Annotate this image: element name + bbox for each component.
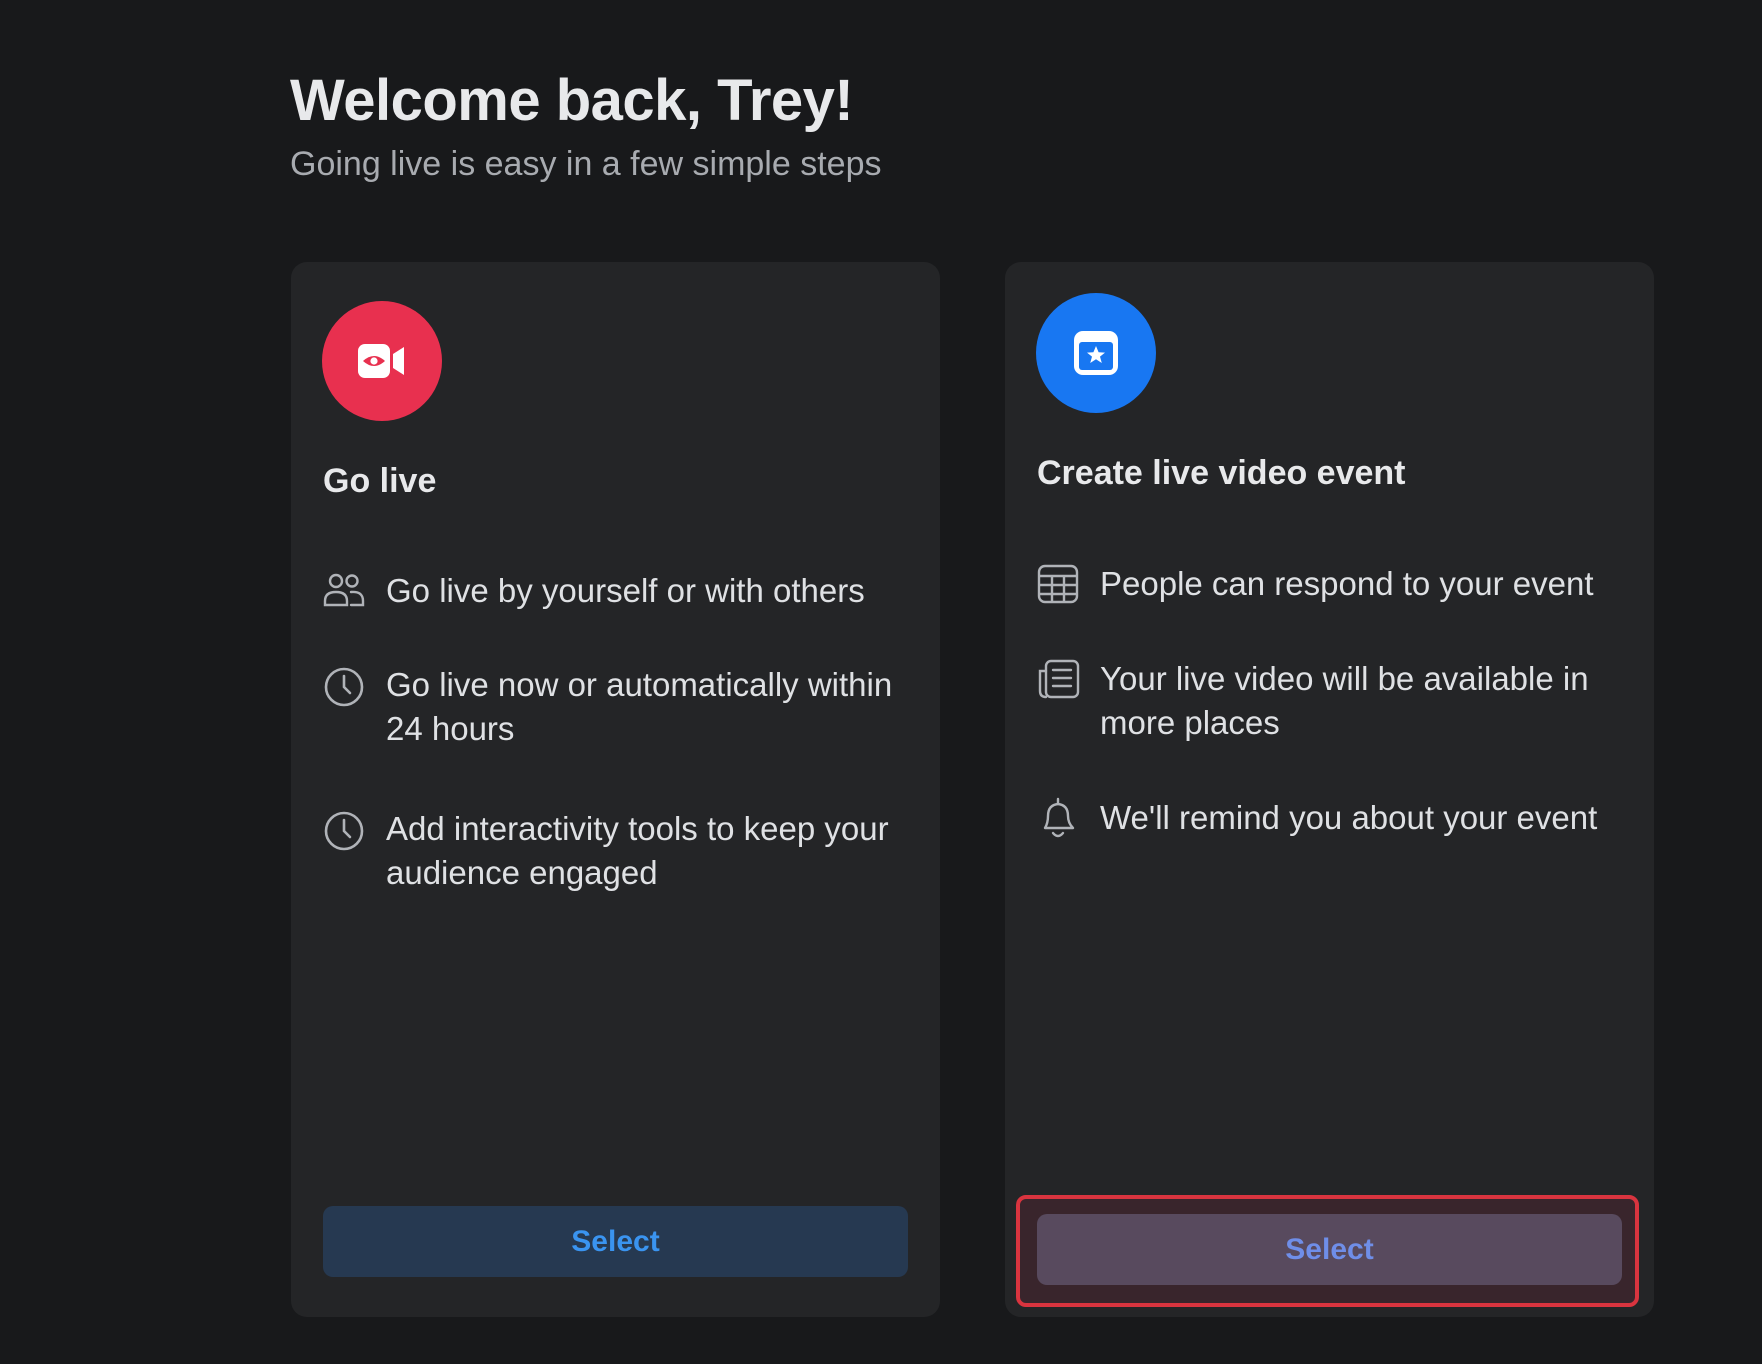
live-video-event-card[interactable]: Create live video event People can respo… [1005,262,1654,1317]
clock-icon [322,663,366,707]
feature-item: Go live by yourself or with others [322,569,910,613]
video-camera-icon [322,301,442,421]
card-title: Go live [323,462,437,500]
clock-icon [322,807,366,851]
calendar-star-icon [1036,293,1156,413]
feature-text: We'll remind you about your event [1100,799,1598,836]
bell-icon [1036,796,1080,840]
page: Welcome back, Trey! Going live is easy i… [0,0,1762,1364]
page-title: Welcome back, Trey! [290,68,854,133]
header: Welcome back, Trey! Going live is easy i… [290,66,881,186]
go-live-select-button[interactable]: Select [323,1206,908,1277]
feature-item: Your live video will be available in mor… [1036,657,1624,745]
feature-text: Your live video will be available in mor… [1100,660,1589,741]
feature-text: Add interactivity tools to keep your aud… [386,810,889,891]
go-live-card[interactable]: Go live Go live by yourself or with othe… [291,262,940,1317]
newspaper-icon [1036,657,1080,701]
page-subtitle: Going live is easy in a few simple steps [290,145,882,183]
calendar-grid-icon [1036,562,1080,606]
card-title: Create live video event [1037,454,1406,492]
feature-text: Go live by yourself or with others [386,572,865,609]
people-icon [322,569,366,613]
feature-item: We'll remind you about your event [1036,796,1624,840]
feature-text: People can respond to your event [1100,565,1594,602]
feature-item: Go live now or automatically within 24 h… [322,663,910,751]
feature-item: Add interactivity tools to keep your aud… [322,807,910,895]
live-video-event-select-button[interactable]: Select [1037,1214,1622,1285]
feature-text: Go live now or automatically within 24 h… [386,666,893,747]
feature-item: People can respond to your event [1036,562,1624,606]
